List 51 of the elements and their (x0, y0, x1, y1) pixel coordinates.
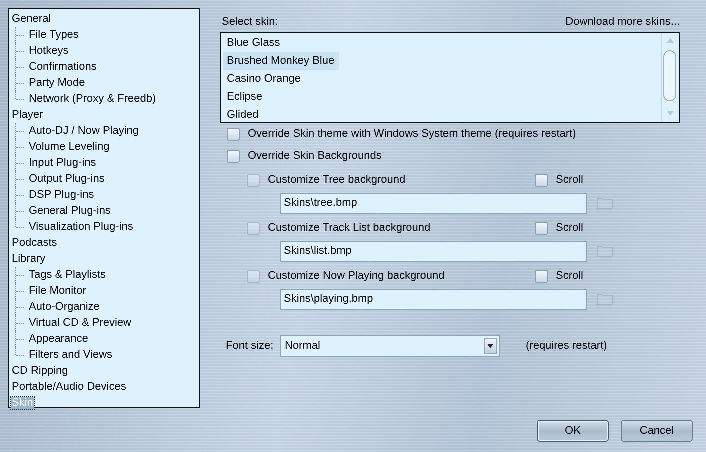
skin-option[interactable]: Glided (223, 106, 263, 124)
scroll-label: Scroll (556, 270, 584, 282)
tree-item[interactable]: CD Ripping (11, 365, 70, 377)
tree-item[interactable]: DSP Plug-ins (28, 189, 96, 201)
tree-item[interactable]: Player (11, 109, 44, 121)
tree-item[interactable]: Auto-Organize (28, 301, 101, 313)
tree-item[interactable]: Library (11, 253, 47, 265)
skin-option[interactable]: Blue Glass (223, 34, 284, 52)
option-label: Override Skin Backgrounds (248, 150, 382, 162)
option-label: Customize Track List background (268, 222, 431, 234)
tree-item[interactable]: Portable/Audio Devices (11, 381, 128, 393)
option-label: Customize Now Playing background (268, 270, 445, 282)
folder-icon[interactable] (597, 197, 613, 209)
tree-item[interactable]: Auto-DJ / Now Playing (28, 125, 140, 137)
tree-item[interactable]: General Plug-ins (28, 205, 112, 217)
tree-item[interactable]: Appearance (28, 333, 90, 345)
font-size-label: Font size: (226, 340, 275, 352)
tree-item[interactable]: Party Mode (28, 77, 86, 89)
font-size-dropdown[interactable]: Normal (280, 335, 500, 357)
caret-icon (484, 338, 497, 354)
tree-item[interactable]: Hotkeys (28, 45, 70, 57)
tree-item[interactable]: Podcasts (11, 237, 58, 249)
option-label: Customize Tree background (268, 174, 406, 186)
skin-option[interactable]: Brushed Monkey Blue (223, 52, 339, 70)
restart-note: (requires restart) (526, 340, 608, 352)
tree-item[interactable]: Virtual CD & Preview (28, 317, 132, 329)
select-skin-label: Select skin: (222, 16, 278, 28)
scroll-label: Scroll (556, 222, 584, 234)
scroll-label: Scroll (556, 174, 584, 186)
checkbox[interactable] (227, 128, 240, 140)
scrollbar[interactable] (661, 33, 679, 122)
tree-item[interactable]: Tags & Playlists (28, 269, 108, 281)
tree-item[interactable]: File Types (28, 29, 80, 41)
dialog-button[interactable]: Cancel (621, 420, 693, 442)
tree-item[interactable]: Input Plug-ins (28, 157, 98, 169)
tree-item[interactable]: File Monitor (28, 285, 88, 297)
tree-item[interactable]: Confirmations (28, 61, 98, 73)
tree-item[interactable]: Network (Proxy & Freedb) (28, 93, 158, 105)
dialog-button[interactable]: OK (537, 420, 609, 442)
tree-item[interactable]: Visualization Plug-ins (28, 221, 134, 233)
folder-icon[interactable] (597, 245, 613, 257)
tree-item[interactable]: Output Plug-ins (28, 173, 106, 185)
skin-option[interactable]: Eclipse (223, 88, 266, 106)
folder-icon[interactable] (597, 293, 613, 305)
tree-item[interactable]: Volume Leveling (28, 141, 111, 153)
tree-item[interactable]: General (11, 13, 52, 25)
skin-option[interactable]: Casino Orange (223, 70, 305, 88)
option-label: Override Skin theme with Windows System theme (requires restart) (248, 128, 576, 140)
tree-item[interactable]: Filters and Views (28, 349, 114, 361)
checkbox[interactable] (227, 150, 240, 162)
download-skins-link[interactable]: Download more skins... (566, 16, 680, 28)
